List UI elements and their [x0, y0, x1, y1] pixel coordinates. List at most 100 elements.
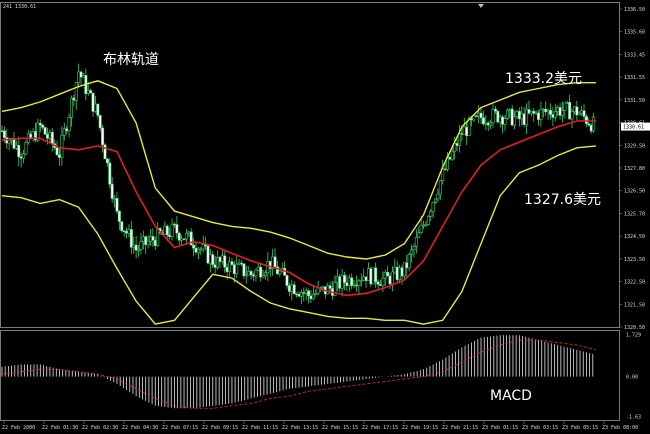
candle-body [400, 267, 404, 277]
candle-body [460, 133, 464, 135]
candle-body [199, 248, 203, 251]
candle-body [498, 116, 502, 123]
candle-body [196, 248, 200, 253]
candle-body [218, 257, 222, 262]
macd-y-tick-label: 0.00 [626, 375, 638, 381]
candle-body [577, 113, 581, 116]
candle-body [81, 75, 85, 78]
macd-y-tick-label: -1.63 [626, 414, 641, 420]
candle-body [180, 238, 184, 241]
candle-body [424, 224, 428, 226]
candle-body [14, 145, 18, 149]
candle-body [307, 290, 311, 297]
candle-body [422, 224, 426, 227]
candle-body [371, 267, 375, 285]
candle-body [46, 134, 50, 139]
candle-body [213, 264, 217, 268]
chart-background [0, 0, 650, 434]
candle-body [266, 260, 270, 274]
candle-body [194, 247, 198, 253]
candle-body [144, 236, 148, 245]
candle-body [402, 262, 406, 277]
candle-body [551, 114, 555, 118]
y-tick-label: 1329.50 [624, 143, 645, 149]
candle-body [388, 275, 392, 285]
candle-body [328, 285, 332, 289]
candle-body [72, 97, 76, 101]
candle-body [65, 128, 69, 132]
candle-body [96, 103, 100, 116]
candle-body [41, 124, 45, 128]
y-tick-label: 1320.50 [624, 325, 645, 331]
candle-body [240, 262, 244, 265]
candle-body [93, 103, 97, 112]
candle-body [304, 290, 308, 294]
candle-body [273, 256, 277, 268]
candle-body [383, 271, 387, 279]
candle-body [537, 112, 541, 120]
candle-body [225, 266, 229, 272]
x-tick-label: 22 Feb 04:30 [122, 425, 158, 431]
candle-body [575, 106, 579, 116]
y-tick-label: 1323.50 [624, 257, 645, 263]
y-tick-label: 1322.50 [624, 280, 645, 286]
candle-body [398, 267, 402, 280]
candle-body [525, 109, 529, 125]
candle-body [67, 117, 71, 132]
candle-body [237, 262, 241, 265]
candle-body [338, 276, 342, 289]
candle-body [560, 110, 564, 116]
y-tick-label: 1321.50 [624, 302, 645, 308]
candle-body [168, 234, 172, 238]
candle-body [522, 113, 526, 125]
candle-body [122, 230, 126, 233]
candle-body [98, 115, 102, 129]
candle-body [48, 132, 52, 139]
candle-body [410, 249, 414, 255]
candle-body [544, 108, 548, 113]
candle-body [374, 267, 378, 283]
candle-body [390, 271, 394, 285]
y-tick-label: 1324.50 [624, 234, 645, 240]
candle-body [462, 126, 466, 135]
x-tick-label: 22 Feb 02:30 [82, 425, 118, 431]
macd-label: MACD [490, 388, 532, 404]
candle-body [108, 162, 112, 185]
candle-body [19, 156, 23, 159]
candle-body [350, 277, 354, 286]
candle-body [261, 275, 265, 278]
candle-body [343, 275, 347, 284]
chart-header: 241 1330.61 [3, 4, 36, 10]
candle-body [568, 102, 572, 120]
candle-body [192, 244, 196, 249]
candle-body [477, 112, 481, 117]
candle-body [12, 138, 16, 149]
candle-body [505, 109, 509, 120]
candle-body [132, 244, 136, 248]
x-tick-label: 22 Feb 15:15 [322, 425, 358, 431]
candle-body [134, 244, 138, 251]
candle-body [220, 255, 224, 262]
candle-body [580, 110, 584, 114]
candle-body [242, 263, 246, 277]
candle-body [247, 271, 251, 276]
candle-body [55, 147, 59, 156]
candle-body [513, 116, 517, 126]
candle-body [256, 266, 260, 271]
candle-body [431, 202, 435, 212]
candle-body [553, 111, 557, 118]
candle-body [429, 211, 433, 217]
candle-body [103, 144, 107, 160]
candle-body [352, 284, 356, 287]
candle-body [448, 156, 452, 160]
candle-body [223, 255, 227, 268]
candle-body [386, 271, 390, 277]
candle-body [529, 110, 533, 114]
macd-y-tick-label: 1.729 [626, 333, 641, 339]
candle-body [120, 221, 124, 232]
candle-body [177, 232, 181, 241]
candle-body [91, 92, 95, 112]
candle-body [414, 237, 418, 247]
candle-body [489, 122, 493, 126]
band-label: 布林轨道 [103, 52, 159, 68]
